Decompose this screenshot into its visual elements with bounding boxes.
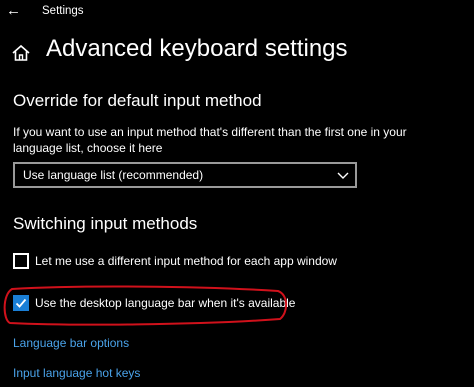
- input-language-hot-keys-link[interactable]: Input language hot keys: [13, 366, 140, 380]
- switching-section-title: Switching input methods: [13, 214, 198, 233]
- per-app-input-label: Let me use a different input method for …: [35, 254, 337, 268]
- title-bar: ← Settings: [0, 0, 474, 24]
- desktop-language-bar-checkbox[interactable]: [13, 295, 29, 311]
- override-section-title: Override for default input method: [13, 91, 262, 110]
- chevron-down-icon: [337, 172, 349, 179]
- home-icon[interactable]: [11, 43, 31, 63]
- app-title: Settings: [42, 5, 84, 17]
- override-description: If you want to use an input method that'…: [13, 125, 407, 155]
- back-arrow-icon[interactable]: ←: [6, 2, 21, 20]
- desktop-language-bar-label: Use the desktop language bar when it's a…: [35, 296, 296, 310]
- checkmark-icon: [15, 298, 27, 308]
- dropdown-selected-value: Use language list (recommended): [23, 168, 204, 182]
- per-app-input-checkbox[interactable]: [13, 253, 29, 269]
- input-method-dropdown[interactable]: Use language list (recommended): [13, 162, 357, 188]
- language-bar-options-link[interactable]: Language bar options: [13, 336, 129, 350]
- page-title: Advanced keyboard settings: [46, 35, 348, 62]
